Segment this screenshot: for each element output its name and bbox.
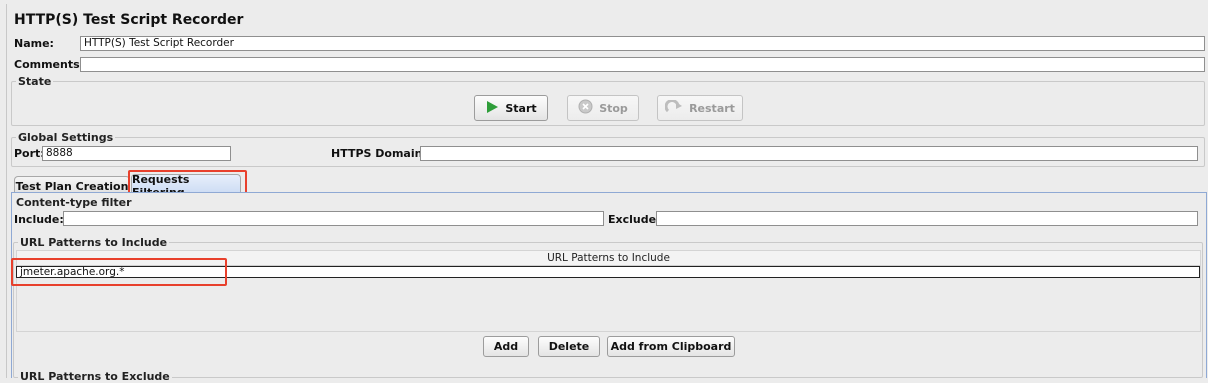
- start-label: Start: [505, 101, 537, 115]
- delete-label: Delete: [548, 340, 590, 353]
- https-domains-label: HTTPS Domains:: [331, 147, 434, 160]
- port-label: Port:: [14, 147, 45, 160]
- state-title: State: [16, 75, 54, 88]
- https-domains-field[interactable]: [420, 146, 1198, 161]
- exclude-field[interactable]: [656, 211, 1198, 226]
- comments-field[interactable]: [80, 57, 1205, 72]
- exclude-label: Exclude:: [608, 213, 661, 226]
- stop-button[interactable]: Stop: [567, 95, 639, 121]
- delete-button[interactable]: Delete: [538, 336, 600, 357]
- global-settings-title: Global Settings: [16, 131, 116, 144]
- url-exclude-title: URL Patterns to Exclude: [18, 370, 172, 383]
- comments-label: Comments:: [14, 58, 85, 71]
- add-from-clipboard-label: Add from Clipboard: [610, 340, 732, 353]
- stop-label: Stop: [599, 101, 628, 115]
- stop-icon: [578, 99, 593, 117]
- page-title: HTTP(S) Test Script Recorder: [14, 12, 244, 28]
- port-field[interactable]: 8888: [42, 146, 231, 161]
- content-type-filter-title: Content-type filter: [16, 196, 132, 209]
- include-field[interactable]: [63, 211, 604, 226]
- start-icon: [485, 100, 499, 117]
- start-button[interactable]: Start: [474, 95, 548, 121]
- name-field[interactable]: HTTP(S) Test Script Recorder: [80, 36, 1205, 51]
- restart-label: Restart: [689, 101, 735, 115]
- restart-icon: [664, 98, 683, 117]
- include-label: Include:: [14, 213, 64, 226]
- add-from-clipboard-button[interactable]: Add from Clipboard: [607, 336, 735, 357]
- add-button[interactable]: Add: [483, 336, 529, 357]
- restart-button[interactable]: Restart: [657, 95, 743, 121]
- url-pattern-highlight: [11, 258, 227, 286]
- name-label: Name:: [14, 37, 54, 50]
- recorder-panel: HTTP(S) Test Script Recorder Name: HTTP(…: [6, 4, 1208, 383]
- url-include-title: URL Patterns to Include: [18, 236, 170, 249]
- add-label: Add: [493, 340, 519, 353]
